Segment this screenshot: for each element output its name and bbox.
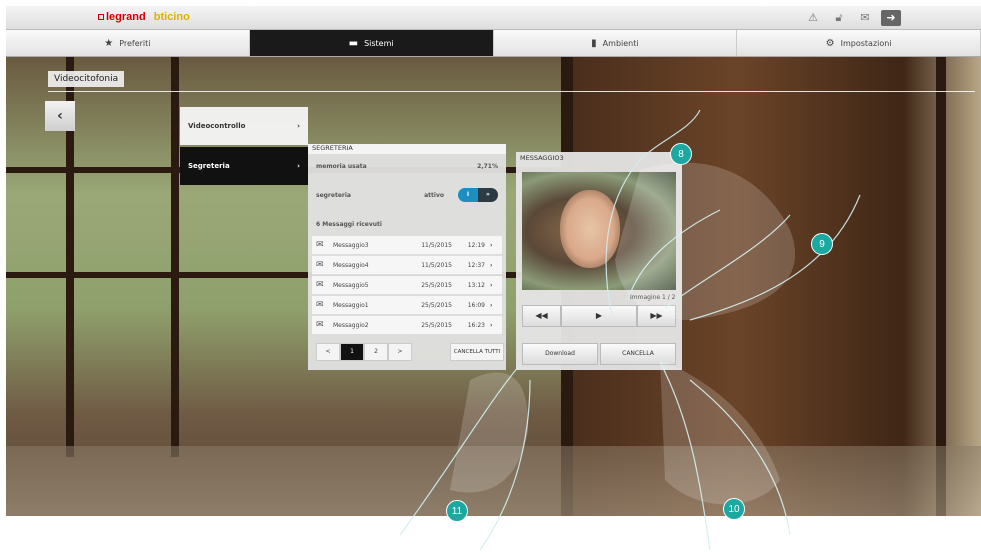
delete-button[interactable]: CANCELLA <box>600 343 676 365</box>
message-time: 12:19 <box>467 241 485 249</box>
envelope-icon: ✉ <box>316 240 324 250</box>
settings-icon: ⚙ <box>825 37 835 49</box>
submenu-item-videocontrollo[interactable]: Videocontrollo › <box>180 107 308 145</box>
message-time: 16:09 <box>467 301 485 309</box>
menu-sistemi[interactable]: ▬ Sistemi <box>249 30 494 56</box>
message-date: 25/5/2015 <box>421 301 452 309</box>
divider <box>48 91 975 92</box>
message-time: 16:23 <box>467 321 485 329</box>
memory-row: memoria usata 2,71% <box>312 159 502 173</box>
top-icons: ⚠ 🔓︎ ✉ ➜ <box>803 10 901 26</box>
list-item[interactable]: ✉ Messaggio2 25/5/2015 16:23 › <box>312 316 502 335</box>
play-button[interactable]: ▶ <box>561 305 637 327</box>
message-name: Messaggio5 <box>333 281 369 289</box>
callout-badge-8: 8 <box>670 143 692 165</box>
segreteria-toggle[interactable]: I » <box>458 188 498 202</box>
submenu-label: Segreteria <box>188 162 230 170</box>
submenu-label: Videocontrollo <box>188 122 246 130</box>
legrand-logo-icon <box>98 14 104 20</box>
rewind-button[interactable]: ◀◀ <box>522 305 561 327</box>
submenu-item-segreteria[interactable]: Segreteria › <box>180 147 308 185</box>
message-time: 12:37 <box>467 261 485 269</box>
room-icon: ▮ <box>591 37 597 49</box>
message-title: MESSAGGIO3 <box>520 154 564 162</box>
message-date: 25/5/2015 <box>421 281 452 289</box>
menu-label: Sistemi <box>364 38 394 48</box>
chevron-right-icon: › <box>490 241 493 249</box>
status-value: attivo <box>424 191 444 199</box>
chevron-right-icon: › <box>490 321 493 329</box>
message-name: Messaggio1 <box>333 301 369 309</box>
main-menu: ★ Preferiti ▬ Sistemi ▮ Ambienti ⚙ Impostazi… <box>6 30 981 57</box>
message-time: 13:12 <box>467 281 485 289</box>
page-prev-button[interactable]: < <box>316 343 340 361</box>
page-1-button[interactable]: 1 <box>340 343 364 361</box>
list-item[interactable]: ✉ Messaggio5 25/5/2015 13:12 › <box>312 276 502 295</box>
message-name: Messaggio2 <box>333 321 369 329</box>
panel-title: SEGRETERIA <box>308 144 506 154</box>
list-item[interactable]: ✉ Messaggio1 25/5/2015 16:09 › <box>312 296 502 315</box>
image-counter: Immagine 1 / 2 <box>630 294 676 301</box>
chevron-right-icon: › <box>490 261 493 269</box>
top-bar: legrand bticino ⚠ 🔓︎ ✉ ➜ <box>6 6 981 30</box>
menu-ambienti[interactable]: ▮ Ambienti <box>494 30 738 56</box>
brand-bticino: bticino <box>153 11 190 23</box>
envelope-icon: ✉ <box>316 300 324 310</box>
menu-label: Preferiti <box>119 38 151 48</box>
envelope-icon: ✉ <box>316 280 324 290</box>
toggle-on: I <box>458 188 478 202</box>
mail-icon[interactable]: ✉ <box>855 10 875 26</box>
callout-badge-10: 10 <box>723 498 745 520</box>
status-label: segreteria <box>316 191 351 199</box>
brand-logo: legrand bticino <box>98 11 190 23</box>
star-icon: ★ <box>104 37 114 49</box>
chevron-right-icon: › <box>297 162 300 170</box>
lock-icon[interactable]: 🔓︎ <box>829 10 849 26</box>
visitor-face <box>560 190 620 268</box>
pagination: < 1 2 > <box>316 343 412 361</box>
system-icon: ▬ <box>348 37 359 49</box>
envelope-icon: ✉ <box>316 320 324 330</box>
player-controls: ◀◀ ▶ ▶▶ <box>522 305 676 327</box>
chevron-right-icon: › <box>490 281 493 289</box>
callout-badge-11: 11 <box>446 500 468 522</box>
list-item[interactable]: ✉ Messaggio4 11/5/2015 12:37 › <box>312 256 502 275</box>
floor <box>6 446 981 516</box>
submenu: Videocontrollo › Segreteria › <box>180 107 308 185</box>
message-name: Messaggio3 <box>333 241 369 249</box>
brand-legrand: legrand <box>106 11 146 23</box>
download-button[interactable]: Download <box>522 343 598 365</box>
cancel-all-button[interactable]: CANCELLA TUTTI <box>450 343 504 361</box>
message-date: 11/5/2015 <box>421 261 452 269</box>
page-next-button[interactable]: > <box>388 343 412 361</box>
menu-label: Impostazioni <box>840 38 892 48</box>
chevron-right-icon: › <box>490 301 493 309</box>
exit-icon[interactable]: ➜ <box>881 10 901 26</box>
message-name: Messaggio4 <box>333 261 369 269</box>
messages-count-label: 6 Messaggi ricevuti <box>316 220 382 228</box>
message-date: 11/5/2015 <box>421 241 452 249</box>
page-2-button[interactable]: 2 <box>364 343 388 361</box>
envelope-icon: ✉ <box>316 260 324 270</box>
menu-label: Ambienti <box>602 38 639 48</box>
forward-button[interactable]: ▶▶ <box>637 305 676 327</box>
list-item[interactable]: ✉ Messaggio3 11/5/2015 12:19 › <box>312 236 502 255</box>
page-title: Videocitofonia <box>48 71 125 87</box>
memory-value: 2,71% <box>477 162 498 170</box>
messages-count: 6 Messaggi ricevuti <box>312 218 502 230</box>
toggle-off: » <box>478 188 498 202</box>
window-frame <box>171 57 179 457</box>
status-row: segreteria attivo I » <box>312 186 502 204</box>
chevron-right-icon: › <box>297 122 300 130</box>
warning-icon[interactable]: ⚠ <box>803 10 823 26</box>
menu-impostazioni[interactable]: ⚙ Impostazioni <box>737 30 981 56</box>
back-button[interactable]: ‹ <box>45 101 75 131</box>
callout-badge-9: 9 <box>811 233 833 255</box>
message-actions: Download CANCELLA <box>522 343 676 365</box>
menu-preferiti[interactable]: ★ Preferiti <box>6 30 250 56</box>
memory-label: memoria usata <box>316 162 367 170</box>
message-date: 25/5/2015 <box>421 321 452 329</box>
